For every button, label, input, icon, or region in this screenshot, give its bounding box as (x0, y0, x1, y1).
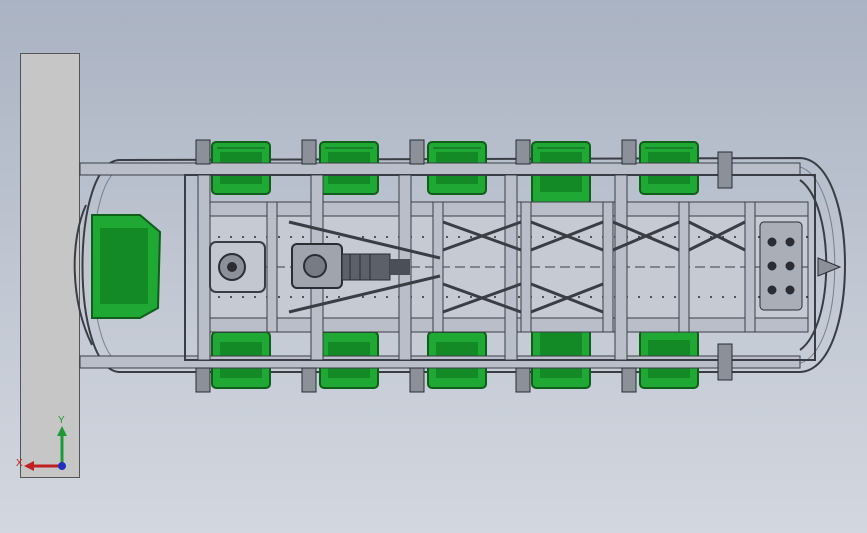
axis-arrows (24, 426, 67, 471)
main-frame (184, 174, 816, 361)
cad-viewport[interactable]: X Y (0, 0, 867, 533)
x-axis-label: X (16, 458, 23, 469)
ride-assembly-model[interactable] (0, 0, 867, 533)
y-axis-label: Y (58, 415, 65, 426)
front-hub-block (759, 221, 842, 311)
rear-seat (91, 214, 162, 319)
coordinate-triad: X Y (14, 414, 76, 478)
